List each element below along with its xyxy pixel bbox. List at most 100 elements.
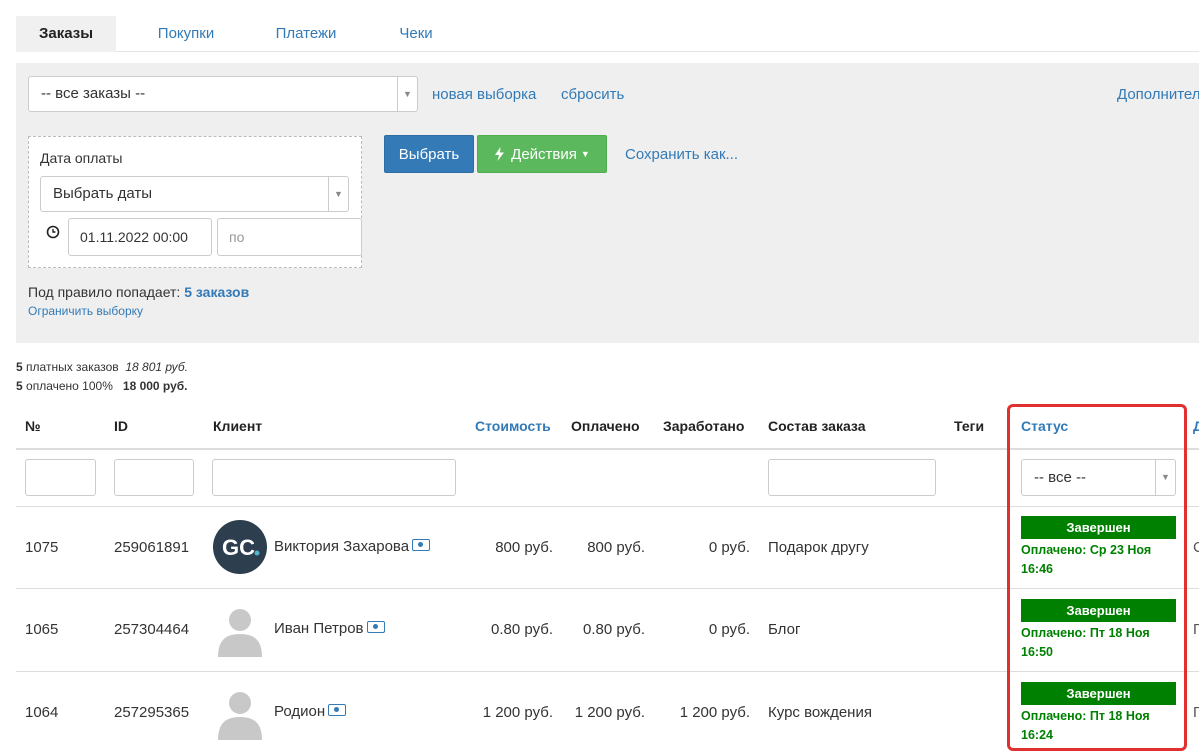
chevron-down-icon: ▼: [1155, 460, 1175, 495]
date-preset-dropdown[interactable]: Выбрать даты ▼: [40, 176, 349, 212]
next-col-cell: П: [1193, 621, 1199, 638]
summary-paid-orders: 5 платных заказов 18 801 руб.: [16, 360, 188, 374]
full-sum: 18 000 руб.: [122, 379, 188, 393]
new-selection-link[interactable]: новая выборка: [432, 86, 536, 103]
row-divider: [16, 671, 1199, 672]
order-earned: 0 руб.: [708, 539, 750, 556]
paid-count: 5: [16, 360, 23, 374]
order-cost: 800 руб.: [495, 539, 553, 556]
order-id: 257304464: [114, 621, 190, 638]
select-button[interactable]: Выбрать: [384, 135, 474, 173]
reset-link[interactable]: сбросить: [561, 86, 624, 103]
user-silhouette-icon: [218, 609, 262, 657]
order-id: 257295365: [114, 704, 190, 721]
additional-link[interactable]: Дополнител: [1117, 86, 1199, 103]
paid-label: платных заказов: [26, 360, 119, 374]
order-number-link[interactable]: 1065: [25, 621, 58, 638]
lightning-icon: [495, 147, 505, 161]
order-cost: 1 200 руб.: [482, 704, 553, 721]
status-paid-time: 16:46: [1021, 562, 1053, 576]
limit-selection-link[interactable]: Ограничить выборку: [28, 304, 143, 318]
next-col-cell: П: [1193, 704, 1199, 721]
order-earned: 1 200 руб.: [679, 704, 750, 721]
date-to-input[interactable]: по: [217, 218, 362, 256]
col-composition-header: Состав заказа: [768, 418, 866, 434]
rule-result: Под правило попадает: 5 заказов: [28, 284, 249, 300]
chevron-down-icon: ▼: [397, 77, 417, 111]
col-tags-header: Теги: [954, 418, 985, 434]
rule-text: Под правило попадает:: [28, 284, 181, 300]
gc-logo-icon: GC: [222, 535, 260, 560]
tab-receipts[interactable]: Чеки: [366, 16, 466, 52]
money-icon: [366, 621, 385, 634]
col-client-header: Клиент: [213, 418, 263, 434]
status-paid-date: Оплачено: Ср 23 Ноя: [1021, 543, 1152, 557]
client-filter-input[interactable]: [212, 459, 456, 496]
row-divider: [16, 506, 1199, 507]
id-filter-input[interactable]: [114, 459, 194, 496]
status-filter-dropdown[interactable]: -- все -- ▼: [1021, 459, 1176, 496]
rule-count-link[interactable]: 5 заказов: [184, 284, 249, 300]
money-icon: [412, 539, 431, 552]
num-filter-input[interactable]: [25, 459, 96, 496]
chevron-down-icon: ▼: [328, 177, 348, 211]
status-detail: Оплачено: Пт 18 Ноя 16:50: [1021, 624, 1181, 662]
client-name: Родион: [274, 703, 326, 720]
order-id: 259061891: [114, 539, 190, 556]
order-number-link[interactable]: 1075: [25, 539, 58, 556]
paid-sum: 18 801 руб.: [125, 360, 189, 374]
client-avatar-gc-logo: GC: [213, 520, 267, 574]
col-id-header: ID: [114, 418, 128, 434]
tab-orders[interactable]: Заказы: [16, 16, 116, 52]
order-paid: 800 руб.: [587, 539, 645, 556]
clock-icon: [46, 225, 60, 239]
next-col-cell: С: [1193, 539, 1199, 556]
col-status-header[interactable]: Статус: [1021, 418, 1068, 434]
selection-dropdown[interactable]: -- все заказы -- ▼: [28, 76, 418, 112]
tab-payments[interactable]: Платежи: [256, 16, 356, 52]
user-silhouette-icon: [218, 692, 262, 740]
full-count: 5: [16, 379, 23, 393]
client-name-link[interactable]: Иван Петров: [274, 620, 385, 637]
order-paid: 1 200 руб.: [574, 704, 645, 721]
tab-purchases[interactable]: Покупки: [136, 16, 236, 52]
caret-down-icon: ▼: [580, 149, 590, 159]
col-num-header: №: [25, 418, 41, 434]
date-from-input[interactable]: 01.11.2022 00:00: [68, 218, 212, 256]
col-earned-header: Заработано: [663, 418, 745, 434]
status-paid-time: 16:24: [1021, 728, 1053, 742]
client-name: Иван Петров: [274, 620, 364, 637]
order-composition-link[interactable]: Курс вождения: [768, 704, 872, 721]
status-badge: Завершен: [1021, 682, 1176, 705]
order-composition-link[interactable]: Блог: [768, 621, 800, 638]
save-as-link[interactable]: Сохранить как...: [625, 146, 738, 163]
col-next-header[interactable]: Д: [1193, 418, 1199, 434]
col-cost-header[interactable]: Стоимость: [475, 418, 551, 434]
status-filter-value: -- все --: [1034, 469, 1086, 486]
order-paid: 0.80 руб.: [583, 621, 645, 638]
status-detail: Оплачено: Пт 18 Ноя 16:24: [1021, 707, 1181, 745]
actions-button[interactable]: Действия ▼: [477, 135, 607, 173]
col-paid-header: Оплачено: [571, 418, 640, 434]
client-name: Виктория Захарова: [274, 538, 410, 555]
actions-button-label: Действия: [511, 145, 577, 163]
client-name-link[interactable]: Виктория Захарова: [274, 538, 431, 555]
selection-dropdown-value: -- все заказы --: [41, 85, 146, 102]
summary-full-paid: 5 оплачено 100% 18 000 руб.: [16, 379, 188, 393]
date-filter-label: Дата оплаты: [40, 150, 123, 166]
status-paid-time: 16:50: [1021, 645, 1053, 659]
row-divider: [16, 588, 1199, 589]
money-icon: [328, 704, 347, 717]
client-name-link[interactable]: Родион: [274, 703, 347, 720]
order-earned: 0 руб.: [708, 621, 750, 638]
order-number-link[interactable]: 1064: [25, 704, 58, 721]
composition-filter-input[interactable]: [768, 459, 936, 496]
order-composition-link[interactable]: Подарок другу: [768, 539, 869, 556]
status-detail: Оплачено: Ср 23 Ноя 16:46: [1021, 541, 1181, 579]
tabs-bar: Заказы Покупки Платежи Чеки: [16, 16, 1199, 52]
status-badge: Завершен: [1021, 599, 1176, 622]
status-paid-date: Оплачено: Пт 18 Ноя: [1021, 709, 1150, 723]
order-cost: 0.80 руб.: [491, 621, 553, 638]
status-badge: Завершен: [1021, 516, 1176, 539]
full-label: оплачено 100%: [26, 379, 113, 393]
